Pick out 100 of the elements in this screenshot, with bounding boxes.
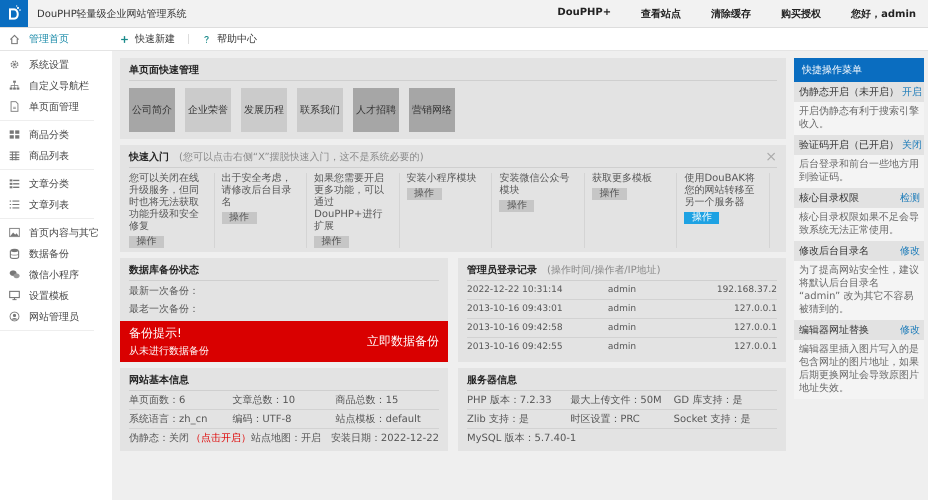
menu-item-title: 修改后台目录名 [799,244,869,258]
quick-menu-title: 快捷操作菜单 [794,58,924,82]
info-text: 单页面数：6 [129,395,186,406]
nav-link[interactable]: DouPHP+ [557,6,612,20]
menu-action-link[interactable]: 关闭 [902,138,922,152]
sidebar-item[interactable]: 网站管理员 [0,306,94,327]
action-button[interactable]: 操作 [222,212,257,224]
info-text: Socket 支持：是 [674,412,752,426]
info-text: 站点地图：开启 [251,433,321,444]
action-button[interactable]: 操作 [406,188,442,200]
alert-message: 从未进行数据备份 [129,344,209,358]
info-text: 站点模板：default [336,414,421,425]
plus-icon [120,34,129,44]
info-text: 最大上传文件：50M [570,394,663,407]
info-text: 商品总数：15 [336,395,398,406]
table-icon [9,150,20,161]
panel-hint: (您可以点击右侧“X”摆脱快速入门，这不是系统必要的) [179,150,424,164]
info-text: 编码：UTF-8 [232,414,292,425]
chat-icon [9,269,20,280]
backup-info: 最新一次备份： [129,284,200,299]
action-button[interactable]: 操作 [499,200,534,212]
toolbar-link[interactable]: 帮助中心 [202,32,257,46]
table-cell-text: admin [606,285,638,295]
menu-action-link[interactable]: 修改 [900,244,920,258]
sidebar-item[interactable]: 商品分类 [0,124,94,145]
image-icon [9,227,20,238]
sidebar-item[interactable]: 微信小程序 [0,264,94,285]
toolbar-link[interactable]: 快速新建 [120,32,175,46]
sidebar-item[interactable]: 自定义导航栏 [0,75,94,96]
nav-link[interactable]: 您好，admin [851,6,916,20]
backup-now-link[interactable]: 立即数据备份 [367,333,439,350]
menu-action-link[interactable]: 开启 [902,85,922,99]
backup-info: 最老一次备份： [129,302,200,317]
page-icon [9,101,20,112]
rows-icon [9,178,20,189]
menu-item-title: 伪静态开启（未开启） [799,86,899,99]
tip-text: 安装微信公众号模块 [499,173,570,197]
enable-link[interactable]: （点击开启） [191,433,251,444]
table-cell-text: 2013-10-16 09:43:01 [467,304,564,314]
info-text: GD 库支持：是 [674,394,744,407]
info-text: 系统语言：zh_cn [129,414,208,425]
sidebar-item[interactable]: 设置模板 [0,285,94,306]
menu-action-link[interactable]: 检测 [900,191,920,205]
menu-item-description: 编辑器里插入图片写入的是包含网址的图片地址，如果后期更换网址会导致原图片地址失效。 [798,342,920,396]
page-tile[interactable]: 人才招聘 [353,88,399,132]
sidebar-item[interactable]: 文章分类 [0,173,94,194]
nav-link[interactable]: 查看站点 [641,6,682,20]
table-cell-text: 2013-10-16 09:42:58 [467,323,564,333]
menu-item-description: 核心目录权限如果不足会导致系统无法正常使用。 [798,210,920,238]
tip-text: 如果您需要开启更多功能，可以通过DouPHP+进行扩展 [314,173,386,233]
list-icon [9,199,20,210]
alert-title: 备份提示! [129,325,183,342]
info-text: 安装日期：2022-12-22 [330,433,439,444]
info-text: 时区设置：PRC [570,412,641,426]
table-cell-text: admin [606,304,638,314]
info-text: 伪静态：关闭 [129,433,189,444]
info-text: 文章总数：10 [232,395,296,406]
table-cell-text: admin [606,323,638,333]
sidebar-item[interactable]: 单页面管理 [0,96,94,117]
action-button[interactable]: 操作 [314,236,350,248]
sidebar-item[interactable]: 系统设置 [0,54,94,75]
monitor-icon [9,290,20,301]
nav-link[interactable]: 清除缓存 [711,6,752,20]
sidebar-item[interactable]: 文章列表 [0,194,94,215]
database-icon [9,248,20,259]
menu-item-title: 验证码开启（已开启） [799,138,899,152]
panel-title: 快速入门 [129,150,169,164]
action-button[interactable]: 操作 [129,236,164,248]
tip-text: 使用DouBAK将您的网站转移至另一个服务器 [684,173,756,209]
info-text: MySQL 版本：5.7.40-1 [467,432,578,445]
sidebar-item[interactable]: 管理首页 [0,28,112,50]
sidebar-item[interactable]: 数据备份 [0,243,94,264]
action-button[interactable]: 操作 [592,188,627,200]
page-tile[interactable]: 公司简介 [129,88,175,132]
sidebar-item[interactable]: 商品列表 [0,145,94,166]
panel-title: 管理员登录记录 [467,264,537,277]
user-icon [9,311,20,322]
table-cell-text: 2022-12-22 10:31:14 [467,285,564,295]
info-text: Zlib 支持：是 [467,412,530,426]
table-cell-text: 2013-10-16 09:42:55 [467,342,564,352]
page-tile[interactable]: 联系我们 [297,88,343,132]
nav-link[interactable]: 购买授权 [781,6,822,20]
page-tile[interactable]: 发展历程 [241,88,287,132]
page-tile[interactable]: 营销网络 [409,88,455,132]
site-title: DouPHP轻量级企业网站管理系统 [37,8,187,20]
panel-title: 网站基本信息 [129,374,189,387]
panel-hint: (操作时间/操作者/IP地址) [547,264,661,277]
grid-icon [9,129,20,140]
table-cell-text: 127.0.0.1 [733,323,777,333]
table-cell-text: admin [606,342,638,352]
menu-item-description: 为了提高网站安全性，建议将默认后台目录名 “admin” 改为其它不容易被猜到的。 [798,264,920,317]
tip-text: 您可以关闭在线升级服务，但同时也将无法获取功能升级和安全修复 [129,173,200,233]
tip-text: 出于安全考虑，请修改后台目录名 [222,173,293,209]
menu-action-link[interactable]: 修改 [900,323,920,337]
menu-item-description: 后台登录和前台一些地方用到验证码。 [798,158,920,185]
table-cell-text: 127.0.0.1 [733,342,777,352]
page-tile[interactable]: 企业荣誉 [185,88,231,132]
table-cell-text: 127.0.0.1 [733,304,777,314]
info-text: PHP 版本：7.2.33 [467,394,553,407]
menu-item-description: 开启伪静态有利于搜索引擎收入。 [798,104,920,132]
